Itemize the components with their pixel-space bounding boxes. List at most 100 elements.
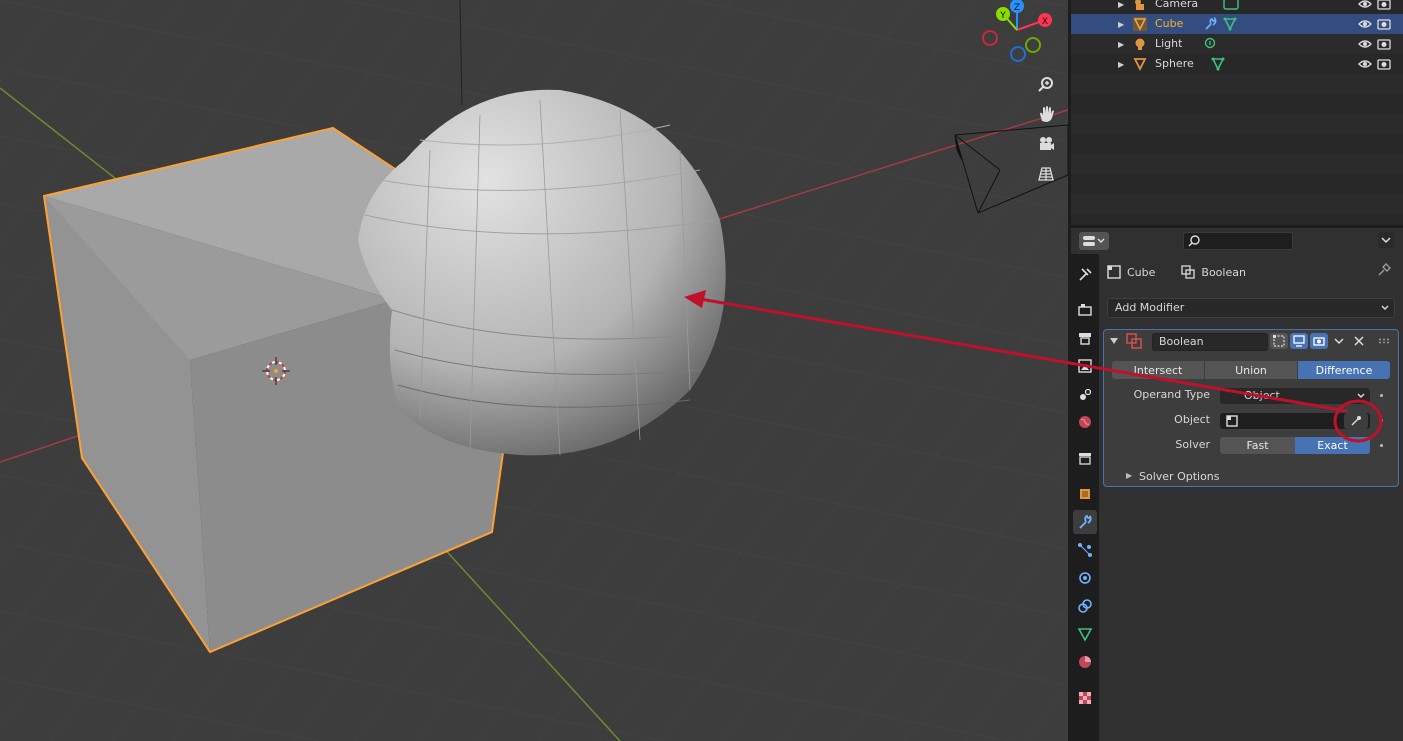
difference-button[interactable]: Difference — [1298, 361, 1390, 379]
outliner-empty-row — [1071, 114, 1403, 134]
modifier-name-field[interactable]: Boolean — [1152, 333, 1268, 351]
tab-object[interactable] — [1073, 482, 1097, 506]
breadcrumb: Cube Boolean — [1107, 263, 1246, 281]
mesh-object-icon — [1133, 17, 1147, 31]
light-data-icon[interactable] — [1203, 37, 1217, 51]
union-button[interactable]: Union — [1205, 361, 1298, 379]
fast-solver-button[interactable]: Fast — [1220, 437, 1295, 454]
expand-arrow-icon[interactable]: ▶ — [1118, 0, 1126, 9]
eye-icon[interactable] — [1358, 37, 1372, 51]
edit-mode-icon — [1273, 335, 1285, 347]
operand-type-dropdown[interactable]: Object — [1220, 388, 1370, 404]
perspective-toggle-button[interactable] — [1033, 161, 1059, 187]
expand-arrow-icon[interactable]: ▶ — [1118, 20, 1126, 29]
pin-icon[interactable] — [1377, 263, 1391, 277]
light-object-icon — [1135, 38, 1145, 50]
render-camera-icon[interactable] — [1377, 0, 1391, 11]
editor-type-selector[interactable] — [1079, 232, 1109, 250]
keyframe-dot[interactable] — [1380, 444, 1383, 447]
eye-icon[interactable] — [1358, 57, 1372, 71]
keyframe-dot[interactable] — [1380, 394, 1383, 397]
object-icon — [1080, 489, 1090, 499]
expand-arrow-icon[interactable]: ▶ — [1118, 60, 1126, 69]
tab-output[interactable] — [1073, 326, 1097, 350]
outliner-row-camera[interactable]: ▶ Camera — [1071, 0, 1403, 14]
tab-material[interactable] — [1073, 650, 1097, 674]
search-input[interactable] — [1183, 232, 1293, 250]
tab-scene[interactable] — [1073, 382, 1097, 406]
tab-world[interactable] — [1073, 410, 1097, 434]
tool-icon — [1079, 268, 1092, 281]
eyedropper-button[interactable] — [1344, 413, 1368, 429]
keyframe-dot[interactable] — [1380, 419, 1383, 422]
breadcrumb-object: Cube — [1127, 265, 1156, 279]
operation-selector: Intersect Union Difference — [1112, 361, 1390, 379]
mesh-data-icon[interactable] — [1223, 17, 1237, 31]
add-modifier-dropdown[interactable]: Add Modifier — [1107, 298, 1395, 318]
camera-object-icon — [1135, 0, 1144, 10]
gizmo-x-label: X — [1042, 17, 1048, 27]
render-camera-icon[interactable] — [1377, 57, 1391, 71]
outliner[interactable]: ▶ Camera ▶ Cube ▶ Light ▶ Sphere — [1071, 0, 1403, 225]
tab-tool[interactable] — [1073, 262, 1097, 286]
eye-icon[interactable] — [1358, 0, 1372, 11]
gizmo-y-label: Y — [999, 11, 1006, 21]
edit-mode-toggle[interactable] — [1270, 333, 1288, 349]
tab-render[interactable] — [1073, 298, 1097, 322]
viewport-scene — [0, 0, 1068, 741]
pan-button[interactable] — [1033, 101, 1059, 127]
camera-data-icon[interactable] — [1223, 0, 1239, 11]
tab-object-data[interactable] — [1073, 622, 1097, 646]
remove-modifier-button[interactable] — [1350, 333, 1368, 349]
object-square-icon — [1107, 265, 1121, 279]
intersect-button[interactable]: Intersect — [1112, 361, 1205, 379]
boolean-modifier-icon — [1181, 265, 1196, 279]
zoom-button[interactable] — [1033, 71, 1059, 97]
chevron-down-icon — [1381, 237, 1391, 244]
render-camera-icon[interactable] — [1377, 17, 1391, 31]
outliner-row-sphere[interactable]: ▶ Sphere — [1071, 54, 1403, 74]
tab-particles[interactable] — [1073, 538, 1097, 562]
wrench-icon[interactable] — [1203, 17, 1217, 31]
object-label: Object — [1174, 413, 1210, 426]
mesh-data-icon — [1077, 628, 1093, 642]
outliner-item-name: Camera — [1155, 0, 1199, 10]
eye-icon[interactable] — [1358, 17, 1372, 31]
modifier-extras-dropdown[interactable] — [1330, 333, 1348, 349]
navigation-gizmo[interactable]: Z X Y — [975, 0, 1065, 66]
render-toggle[interactable] — [1310, 333, 1328, 349]
close-icon — [1354, 336, 1364, 346]
viewport-display-toggle[interactable] — [1290, 333, 1308, 349]
physics-icon — [1079, 572, 1091, 584]
magnifier-icon — [1038, 77, 1053, 92]
tab-physics[interactable] — [1073, 566, 1097, 590]
solver-label: Solver — [1175, 438, 1210, 451]
camera-icon — [1313, 337, 1325, 346]
operand-type-value: Object — [1244, 389, 1280, 402]
expand-arrow-icon[interactable]: ▶ — [1118, 40, 1126, 49]
drag-handle-icon[interactable] — [1378, 338, 1390, 344]
tab-collection[interactable] — [1073, 446, 1097, 470]
outliner-row-cube[interactable]: ▶ Cube — [1071, 14, 1403, 34]
tab-constraints[interactable] — [1073, 594, 1097, 618]
collapse-arrow-icon[interactable] — [1109, 336, 1119, 346]
outliner-row-light[interactable]: ▶ Light — [1071, 34, 1403, 54]
options-dropdown[interactable] — [1378, 232, 1394, 248]
camera-view-button[interactable] — [1033, 131, 1059, 157]
grid-icon — [1038, 167, 1054, 181]
chevron-down-icon — [1357, 393, 1365, 398]
mesh-data-icon[interactable] — [1211, 57, 1225, 71]
exact-solver-button[interactable]: Exact — [1295, 437, 1370, 454]
outliner-item-name: Cube — [1155, 17, 1184, 30]
world-icon — [1079, 416, 1091, 428]
render-camera-icon[interactable] — [1377, 37, 1391, 51]
tab-view-layer[interactable] — [1073, 354, 1097, 378]
tab-modifiers[interactable] — [1073, 510, 1097, 534]
search-icon — [1188, 235, 1200, 247]
solver-options-subpanel[interactable]: Solver Options — [1139, 470, 1220, 483]
3d-viewport[interactable]: Z X Y — [0, 0, 1068, 741]
tab-texture[interactable] — [1073, 686, 1097, 710]
boolean-modifier-icon — [1126, 333, 1142, 349]
mesh-object-icon — [1133, 58, 1147, 71]
expand-arrow-icon[interactable]: ▶ — [1126, 471, 1132, 480]
